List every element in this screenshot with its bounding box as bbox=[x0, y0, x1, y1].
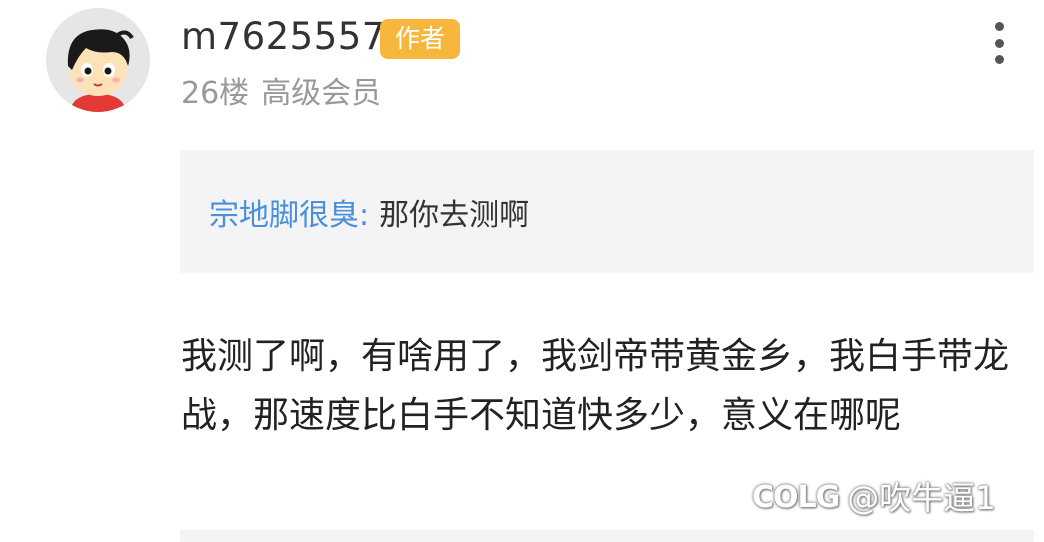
watermark-handle: @吹牛逼1 bbox=[847, 479, 996, 517]
member-level: 高级会员 bbox=[261, 76, 382, 111]
username[interactable]: m7625557 bbox=[181, 14, 386, 60]
cartoon-boy-avatar-icon bbox=[46, 8, 150, 112]
post-content: 我测了啊，有啥用了，我剑帝带黄金乡，我白手带龙战，那速度比白手不知道快多少，意义… bbox=[181, 336, 1010, 436]
floor-number: 26楼 bbox=[181, 76, 250, 111]
more-vertical-icon[interactable] bbox=[984, 20, 1014, 66]
avatar[interactable] bbox=[46, 8, 150, 112]
post-meta: 26楼 高级会员 bbox=[181, 72, 381, 116]
colg-logo: COLG bbox=[752, 480, 840, 515]
quote-author[interactable]: 宗地脚很臭: bbox=[209, 190, 369, 234]
quoted-reply[interactable]: 宗地脚很臭: 那你去测啊 bbox=[180, 150, 1034, 273]
watermark: COLG @吹牛逼1 bbox=[752, 472, 996, 524]
quote-text: 那你去测啊 bbox=[379, 197, 530, 233]
next-quote-box bbox=[180, 530, 1034, 542]
author-badge: 作者 bbox=[380, 19, 460, 59]
